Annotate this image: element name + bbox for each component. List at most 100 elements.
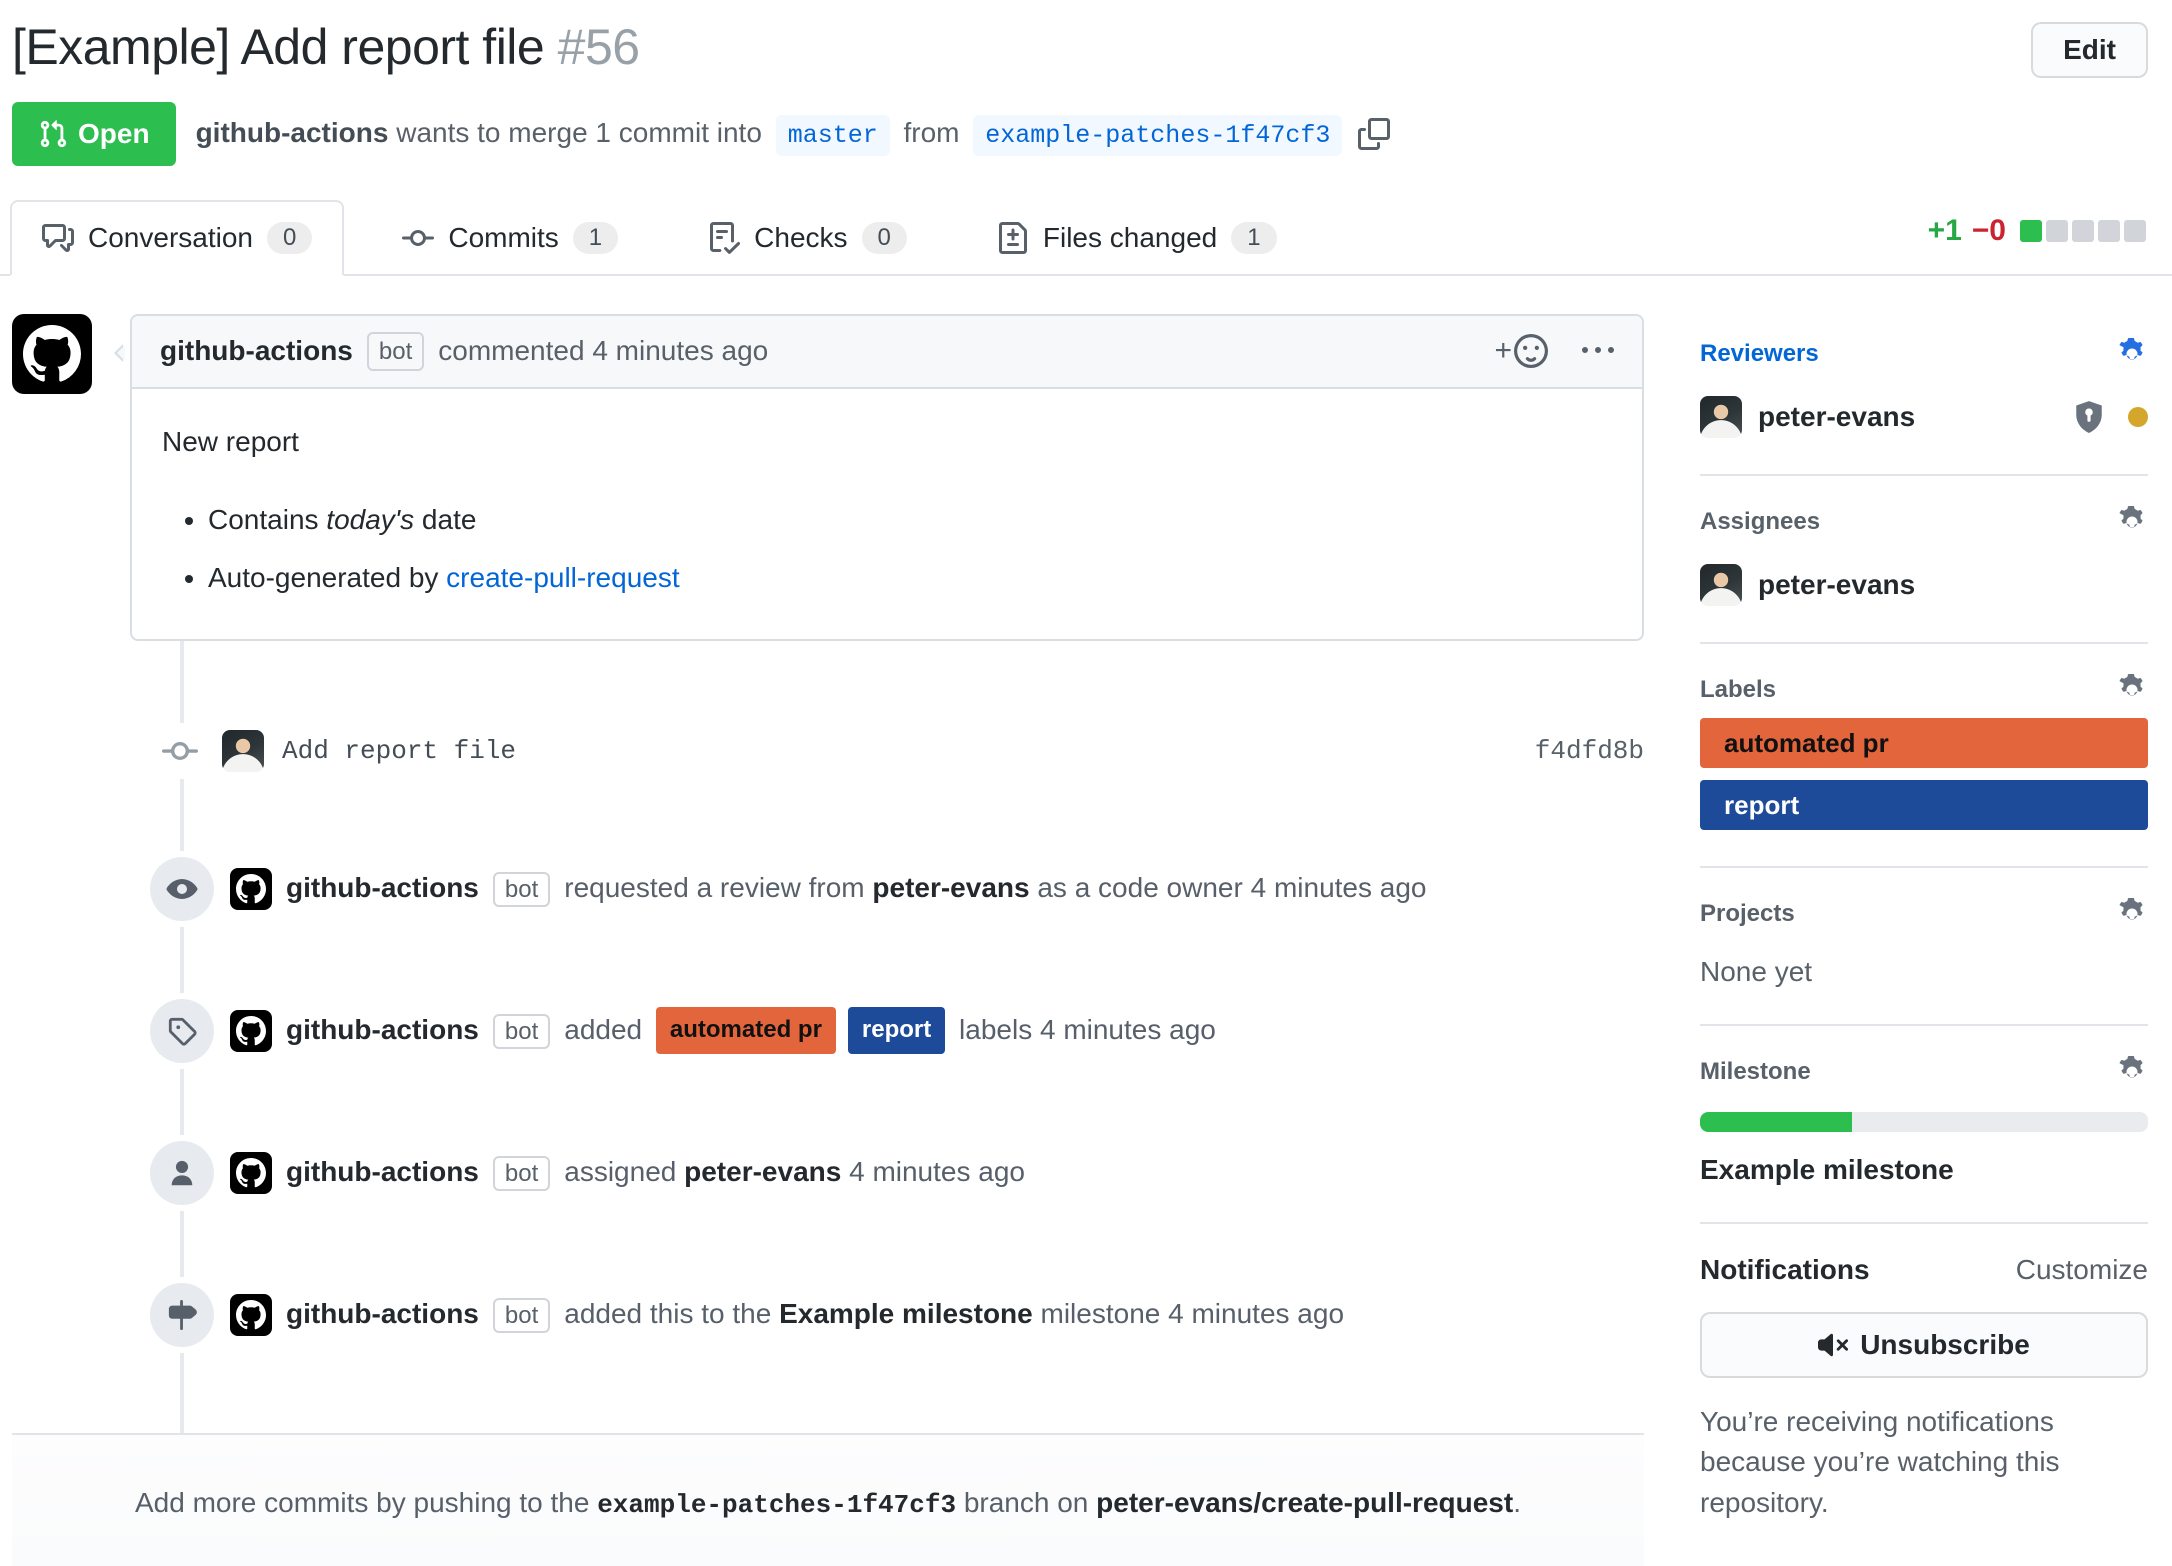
kebab-horizontal-icon xyxy=(1582,335,1614,367)
projects-section: Projects None yet xyxy=(1700,868,2148,1026)
person-icon xyxy=(150,1141,214,1205)
github-actions-avatar[interactable] xyxy=(230,868,272,910)
github-actions-avatar[interactable] xyxy=(230,1010,272,1052)
assignees-section: Assignees peter-evans xyxy=(1700,476,2148,644)
diff-block-neutral xyxy=(2098,220,2120,242)
event-author[interactable]: github-actions xyxy=(286,1298,479,1329)
diff-block-added xyxy=(2020,220,2042,242)
label-automated-pr[interactable]: automated pr xyxy=(1700,718,2148,768)
edit-button[interactable]: Edit xyxy=(2031,22,2148,78)
git-commit-icon xyxy=(402,222,434,254)
projects-heading[interactable]: Projects xyxy=(1700,898,2148,930)
timeline-event-milestoned: github-actionsbotadded this to the Examp… xyxy=(12,1283,1644,1347)
commit-item: Add report file f4dfd8b xyxy=(12,723,1644,779)
event-text: github-actionsbotadded this to the Examp… xyxy=(286,1294,1344,1335)
tab-commits-count: 1 xyxy=(573,222,618,254)
tab-files-changed[interactable]: Files changed 1 xyxy=(965,200,1309,276)
commit-sha[interactable]: f4dfd8b xyxy=(1535,736,1644,766)
event-author[interactable]: github-actions xyxy=(286,872,479,903)
committer-avatar[interactable] xyxy=(222,730,264,772)
gear-icon[interactable] xyxy=(2116,898,2148,930)
merge-sentence: github-actions wants to merge 1 commit i… xyxy=(196,101,1391,168)
reviewers-heading[interactable]: Reviewers xyxy=(1700,338,2148,370)
timeline-event-assigned: github-actionsbotassigned peter-evans 4 … xyxy=(12,1141,1644,1205)
footer-repo[interactable]: peter-evans/create-pull-request xyxy=(1096,1487,1513,1518)
git-pull-request-icon xyxy=(38,119,68,149)
add-reaction-button[interactable]: + xyxy=(1494,334,1548,368)
pr-header: [Example] Add report file #56 Edit Open … xyxy=(0,0,2172,168)
timeline-event-review-requested: github-actionsbotrequested a review from… xyxy=(12,857,1644,921)
reviewer-name[interactable]: peter-evans xyxy=(872,872,1029,903)
pending-review-dot xyxy=(2128,407,2148,427)
diff-block-neutral xyxy=(2046,220,2068,242)
pr-author[interactable]: github-actions xyxy=(196,117,389,148)
bot-badge: bot xyxy=(493,1156,550,1191)
tag-icon xyxy=(150,999,214,1063)
pr-sidebar: Reviewers peter-evans Assignees peter-ev… xyxy=(1700,314,2148,1566)
event-author[interactable]: github-actions xyxy=(286,1156,479,1187)
gear-icon[interactable] xyxy=(2116,506,2148,538)
discussion-timeline: github-actions bot commented 4 minutes a… xyxy=(12,314,1644,1566)
comment-discussion-icon xyxy=(42,222,74,254)
github-actions-avatar[interactable] xyxy=(230,1152,272,1194)
milestone-section: Milestone Example milestone xyxy=(1700,1026,2148,1224)
assignee-name[interactable]: peter-evans xyxy=(684,1156,841,1187)
octocat-icon xyxy=(236,1300,266,1330)
pr-tabs-bar: Conversation 0 Commits 1 Checks 0 Files … xyxy=(0,200,2172,276)
projects-empty-text: None yet xyxy=(1700,956,2148,988)
peter-evans-avatar[interactable] xyxy=(1700,564,1742,606)
diff-block-neutral xyxy=(2124,220,2146,242)
tab-conversation[interactable]: Conversation 0 xyxy=(10,200,344,276)
label-report[interactable]: report xyxy=(1700,780,2148,830)
github-actions-avatar[interactable] xyxy=(12,314,92,394)
tab-commits[interactable]: Commits 1 xyxy=(370,200,650,276)
create-pull-request-link[interactable]: create-pull-request xyxy=(446,562,679,593)
commit-message[interactable]: Add report file xyxy=(282,736,516,766)
page-title: [Example] Add report file #56 xyxy=(12,16,2031,79)
reviewer-name[interactable]: peter-evans xyxy=(1758,401,1915,433)
event-text: github-actionsbotrequested a review from… xyxy=(286,868,1427,909)
base-branch-label[interactable]: master xyxy=(776,115,890,156)
notifications-section: Notifications Customize Unsubscribe You’… xyxy=(1700,1224,2148,1560)
eye-icon xyxy=(150,857,214,921)
diff-stats[interactable]: +1 −0 xyxy=(1928,214,2146,248)
octocat-icon xyxy=(236,1158,266,1188)
comment-bullet-1-emphasis: today's xyxy=(326,504,414,535)
copy-branch-button[interactable] xyxy=(1358,118,1390,150)
milestone-link[interactable]: Example milestone xyxy=(779,1298,1033,1329)
tab-checks[interactable]: Checks 0 xyxy=(676,200,939,276)
labels-heading[interactable]: Labels xyxy=(1700,674,2148,706)
assignee-name[interactable]: peter-evans xyxy=(1758,569,1915,601)
gear-icon[interactable] xyxy=(2116,674,2148,706)
peter-evans-avatar[interactable] xyxy=(1700,396,1742,438)
milestone-name[interactable]: Example milestone xyxy=(1700,1154,2148,1186)
label-automated-pr[interactable]: automated pr xyxy=(656,1007,836,1054)
tab-checks-count: 0 xyxy=(862,222,907,254)
file-diff-icon xyxy=(997,222,1029,254)
gear-icon[interactable] xyxy=(2116,338,2148,370)
notifications-note: You’re receiving notifications because y… xyxy=(1700,1402,2148,1524)
milestone-heading[interactable]: Milestone xyxy=(1700,1056,2148,1088)
event-text: github-actionsbotadded automated prrepor… xyxy=(286,1007,1216,1054)
customize-link[interactable]: Customize xyxy=(2016,1254,2148,1286)
comment-bullet-2: Auto-generated by create-pull-request xyxy=(208,557,1612,599)
gear-icon[interactable] xyxy=(2116,1056,2148,1088)
bot-badge: bot xyxy=(493,1298,550,1333)
reviewer-row: peter-evans xyxy=(1700,396,2148,438)
milestone-progress-bar xyxy=(1700,1112,2148,1132)
event-author[interactable]: github-actions xyxy=(286,1014,479,1045)
github-actions-avatar[interactable] xyxy=(230,1294,272,1336)
comment-author[interactable]: github-actions xyxy=(160,335,353,367)
octocat-icon xyxy=(236,874,266,904)
comment-options-button[interactable] xyxy=(1582,335,1614,367)
diff-blocks xyxy=(2020,220,2146,242)
comment: github-actions bot commented 4 minutes a… xyxy=(12,314,1644,641)
smiley-icon xyxy=(1514,334,1548,368)
bot-badge: bot xyxy=(367,332,424,371)
unsubscribe-button[interactable]: Unsubscribe xyxy=(1700,1312,2148,1378)
assignees-heading[interactable]: Assignees xyxy=(1700,506,2148,538)
bot-badge: bot xyxy=(493,1014,550,1049)
label-report[interactable]: report xyxy=(848,1007,945,1054)
diff-deletions: −0 xyxy=(1972,214,2006,248)
head-branch-label[interactable]: example-patches-1f47cf3 xyxy=(973,115,1342,156)
